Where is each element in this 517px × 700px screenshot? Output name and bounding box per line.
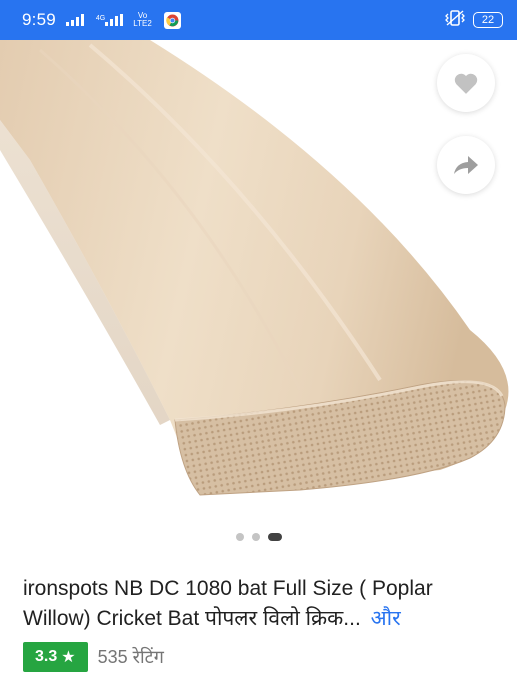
carousel-dot[interactable]: [235, 533, 244, 541]
carousel-dot-active[interactable]: [267, 533, 282, 541]
signal-icon: [65, 14, 84, 26]
rating-badge[interactable]: 3.3 ★: [23, 642, 88, 672]
product-image[interactable]: [0, 40, 517, 500]
signal-4g-icon: 4G: [96, 14, 124, 26]
rating-row: 3.3 ★ 535 रेटिंग: [23, 642, 164, 672]
chrome-icon: [163, 11, 181, 29]
heart-icon: [453, 71, 479, 95]
ratings-count[interactable]: 535 रेटिंग: [98, 645, 164, 669]
wishlist-button[interactable]: [437, 54, 495, 112]
more-link[interactable]: और: [371, 607, 401, 630]
status-bar: 9:59 4G Vo LTE2 22: [0, 0, 517, 40]
product-title: ironspots NB DC 1080 bat Full Size ( Pop…: [23, 574, 503, 634]
status-left: 9:59 4G Vo LTE2: [22, 10, 181, 30]
share-button[interactable]: [437, 136, 495, 194]
cricket-bat-image: [0, 40, 509, 496]
rating-value: 3.3: [35, 648, 58, 665]
volte-icon: Vo LTE2: [133, 11, 152, 28]
status-right: 22: [445, 9, 503, 31]
star-icon: ★: [61, 649, 76, 666]
carousel-indicator: [0, 533, 517, 541]
battery-icon: 22: [473, 12, 503, 28]
share-icon: [453, 154, 479, 176]
carousel-dot[interactable]: [251, 533, 260, 541]
status-time: 9:59: [22, 10, 56, 29]
vibrate-icon: [445, 9, 465, 31]
